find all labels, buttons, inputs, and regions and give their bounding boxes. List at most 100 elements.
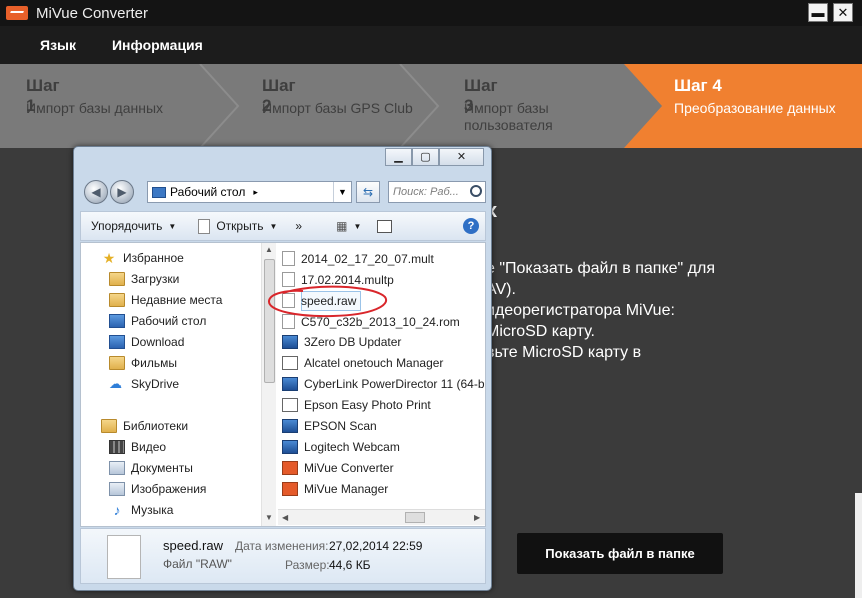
- step-4[interactable]: Шаг 4 Преобразование данных: [624, 64, 862, 148]
- address-bar[interactable]: Рабочий стол ▸ ▼: [147, 181, 352, 203]
- shortcut-icon: [282, 398, 298, 412]
- file-item[interactable]: Logitech Webcam: [282, 440, 400, 454]
- nav-item-recent-places[interactable]: Недавние места: [109, 293, 222, 307]
- shortcut-icon: [282, 440, 298, 454]
- file-item[interactable]: C570_c32b_2013_10_24.rom: [282, 314, 460, 329]
- search-input[interactable]: Поиск: Раб...: [388, 181, 486, 203]
- scroll-left-icon[interactable]: ◀: [282, 513, 288, 522]
- scroll-right-icon[interactable]: ▶: [474, 513, 480, 522]
- organize-label: Упорядочить: [91, 219, 163, 233]
- nav-item-video[interactable]: Видео: [109, 440, 166, 454]
- explorer-close-button[interactable]: ✕: [439, 148, 484, 166]
- file-name: C570_c32b_2013_10_24.rom: [301, 314, 460, 329]
- nav-item-label: Download: [131, 335, 185, 349]
- file-item[interactable]: MiVue Converter: [282, 461, 394, 475]
- shortcut-icon: [282, 419, 298, 433]
- open-button[interactable]: Открыть ▼: [198, 218, 278, 234]
- file-list: 2014_02_17_20_07.mult 17.02.2014.multp s…: [278, 243, 486, 526]
- file-item[interactable]: Alcatel onetouch Manager: [282, 356, 443, 370]
- minimize-button[interactable]: ▬: [808, 3, 828, 22]
- nav-group-favorites[interactable]: ★ Избранное: [101, 251, 184, 265]
- shortcut-icon: [282, 377, 298, 391]
- scrollbar-thumb[interactable]: [405, 512, 425, 523]
- explorer-maximize-button[interactable]: ▢: [412, 148, 439, 166]
- organize-button[interactable]: Упорядочить ▼: [91, 219, 176, 233]
- details-file-type: Файл "RAW": [163, 557, 232, 571]
- nav-item-download[interactable]: Download: [109, 335, 184, 349]
- file-item[interactable]: 17.02.2014.multp: [282, 272, 394, 287]
- scrollbar-thumb[interactable]: [264, 259, 275, 383]
- nav-item-downloads[interactable]: Загрузки: [109, 272, 179, 286]
- file-name: 2014_02_17_20_07.mult: [301, 251, 434, 266]
- file-name: Epson Easy Photo Print: [304, 398, 431, 412]
- download-icon: [109, 335, 125, 349]
- folder-icon: [109, 293, 125, 307]
- file-item[interactable]: MiVue Manager: [282, 482, 388, 496]
- address-dropdown-icon[interactable]: ▼: [333, 182, 351, 202]
- steps-bar: Шаг 1 Импорт базы данных Шаг 2 Импорт ба…: [0, 64, 862, 148]
- file-name: Alcatel onetouch Manager: [304, 356, 444, 370]
- video-icon: [109, 440, 125, 454]
- file-name: MiVue Manager: [304, 482, 389, 496]
- details-size-value: 44,6 КБ: [329, 558, 371, 572]
- desktop-icon: [152, 186, 166, 198]
- close-button[interactable]: ✕: [833, 3, 853, 22]
- mivue-logo-icon: [6, 6, 28, 20]
- file-item[interactable]: 3Zero DB Updater: [282, 335, 401, 349]
- scroll-up-icon[interactable]: ▲: [265, 245, 273, 254]
- file-item[interactable]: Epson Easy Photo Print: [282, 398, 431, 412]
- file-name: speed.raw: [301, 293, 357, 308]
- instruction-line-1: е "Показать файл в папке" для: [486, 260, 715, 277]
- background-window-edge: [855, 493, 862, 598]
- desktop-icon: [109, 314, 125, 328]
- library-icon: [101, 419, 117, 433]
- menu-information[interactable]: Информация: [112, 37, 203, 53]
- navigation-pane: ★ Избранное Загрузки Недавние места Рабо…: [81, 243, 266, 526]
- file-item[interactable]: 2014_02_17_20_07.mult: [282, 251, 434, 266]
- shortcut-icon: [282, 335, 298, 349]
- address-separator-icon[interactable]: ▸: [253, 187, 258, 198]
- details-file-name: speed.raw: [163, 538, 223, 553]
- address-text: Рабочий стол: [170, 185, 246, 199]
- show-file-in-folder-button[interactable]: Показать файл в папке: [517, 533, 723, 574]
- file-item-speed-raw[interactable]: speed.raw: [282, 293, 356, 308]
- nav-item-desktop[interactable]: Рабочий стол: [109, 314, 206, 328]
- preview-pane-icon: [377, 219, 393, 233]
- file-name: MiVue Converter: [304, 461, 394, 475]
- help-icon[interactable]: ?: [463, 218, 479, 234]
- preview-pane-button[interactable]: [377, 219, 393, 233]
- images-icon: [109, 482, 125, 496]
- instruction-line-3: идеорегистратора MiVue:: [486, 302, 675, 319]
- step-4-number: Шаг 4: [674, 76, 722, 95]
- nav-item-skydrive[interactable]: ☁ SkyDrive: [109, 377, 180, 392]
- navigation-scrollbar[interactable]: ▲ ▼: [261, 243, 276, 526]
- explorer-minimize-button[interactable]: ▁: [385, 148, 412, 166]
- menu-language[interactable]: Язык: [40, 37, 76, 53]
- nav-item-documents[interactable]: Документы: [109, 461, 193, 475]
- view-options-button[interactable]: ▦ ▼: [336, 219, 361, 233]
- nav-item-label: SkyDrive: [131, 377, 180, 391]
- scroll-down-icon[interactable]: ▼: [265, 513, 273, 522]
- view-grid-icon: ▦: [336, 219, 348, 233]
- horizontal-scrollbar[interactable]: ◀ ▶: [278, 509, 485, 525]
- file-item[interactable]: CyberLink PowerDirector 11 (64-bit: [282, 377, 486, 391]
- instruction-line-4: MicroSD карту.: [486, 323, 595, 340]
- nav-group-libraries[interactable]: Библиотеки: [101, 419, 188, 433]
- back-arrow-icon[interactable]: ◀: [84, 180, 108, 204]
- chevron-down-icon: ▼: [269, 221, 278, 231]
- more-commands-button[interactable]: »: [295, 219, 302, 233]
- file-item[interactable]: EPSON Scan: [282, 419, 377, 433]
- search-icon: [470, 185, 482, 197]
- file-name: CyberLink PowerDirector 11 (64-bit: [304, 377, 486, 391]
- app-title: MiVue Converter: [36, 4, 148, 22]
- nav-item-label: Загрузки: [131, 272, 180, 286]
- nav-item-music[interactable]: ♪ Музыка: [109, 503, 174, 517]
- file-icon: [282, 272, 295, 287]
- open-label: Открыть: [216, 219, 264, 233]
- nav-item-movies[interactable]: Фильмы: [109, 356, 177, 370]
- nav-item-images[interactable]: Изображения: [109, 482, 206, 496]
- file-icon: [282, 314, 295, 329]
- nav-item-label: Рабочий стол: [131, 314, 207, 328]
- forward-arrow-icon[interactable]: ▶: [110, 180, 134, 204]
- refresh-icon[interactable]: ⇆: [356, 181, 380, 203]
